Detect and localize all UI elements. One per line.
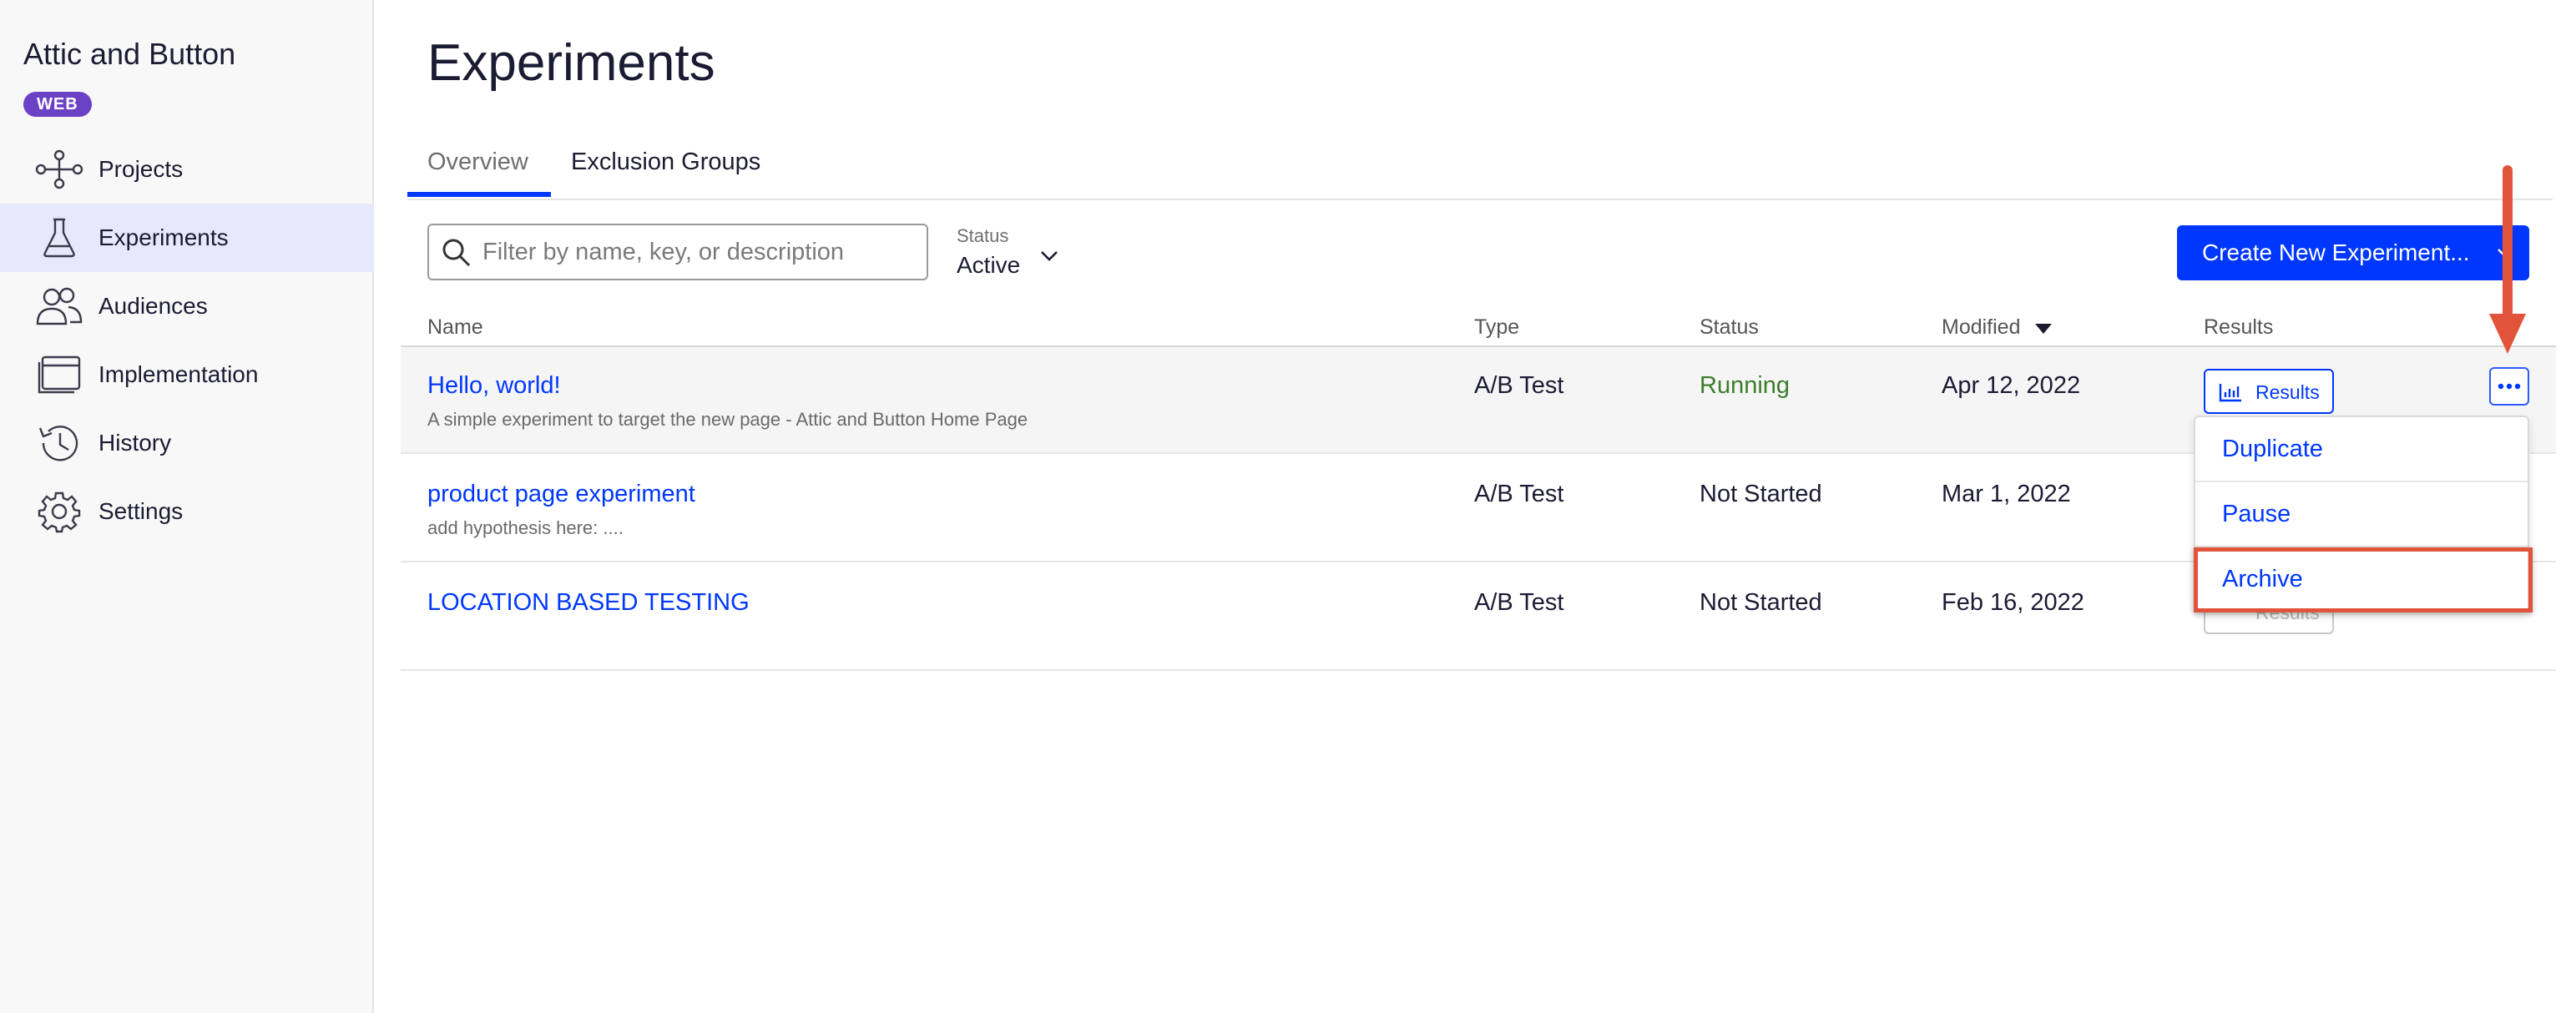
projects-icon [33, 146, 85, 193]
tab-bar: Overview Exclusion Groups [407, 140, 2553, 200]
platform-badge: WEB [23, 92, 92, 117]
column-header-type: Type [1474, 315, 1520, 339]
sidebar-item-label: Settings [98, 498, 184, 524]
status-filter-value: Active [957, 252, 1021, 278]
experiment-status: Not Started [1700, 589, 1822, 616]
menu-item-pause[interactable]: Pause [2195, 482, 2528, 547]
experiment-description: A simple experiment to target the new pa… [427, 409, 1028, 430]
flask-icon [33, 214, 85, 261]
users-icon [33, 283, 85, 330]
experiment-type: A/B Test [1474, 372, 1564, 399]
column-header-name: Name [427, 315, 483, 339]
column-header-results: Results [2204, 315, 2274, 339]
sidebar-item-implementation[interactable]: Implementation [0, 340, 374, 409]
status-filter-dropdown[interactable]: Status Active [957, 225, 1070, 280]
chevron-down-icon [1037, 244, 1062, 269]
ellipsis-icon [2498, 383, 2521, 390]
status-filter-label: Status [957, 225, 1009, 246]
experiment-modified: Mar 1, 2022 [1942, 481, 2071, 507]
sidebar-item-label: History [98, 430, 172, 456]
window-icon [33, 351, 85, 398]
search-input[interactable] [482, 235, 917, 269]
create-new-experiment-button[interactable]: Create New Experiment... [2177, 225, 2529, 280]
brand-name: Attic and Button [23, 37, 236, 71]
sidebar-item-label: Implementation [98, 361, 259, 387]
results-button[interactable]: Results [2204, 369, 2334, 414]
experiment-description: add hypothesis here: .... [427, 517, 624, 538]
column-header-status: Status [1700, 315, 1759, 339]
menu-item-duplicate[interactable]: Duplicate [2195, 417, 2528, 482]
sidebar-item-projects[interactable]: Projects [0, 135, 374, 204]
annotation-arrow-icon [2489, 165, 2526, 354]
sidebar-item-history[interactable]: History [0, 409, 374, 477]
gear-icon [33, 488, 85, 535]
create-button-label: Create New Experiment... [2202, 239, 2470, 265]
experiment-name-link[interactable]: LOCATION BASED TESTING [427, 589, 750, 617]
annotation-highlight-box [2194, 547, 2533, 612]
experiment-name-link[interactable]: product page experiment [427, 481, 695, 508]
sidebar-item-audiences[interactable]: Audiences [0, 272, 374, 340]
column-header-modified[interactable]: Modified [1942, 315, 2021, 340]
experiment-status: Not Started [1700, 481, 1822, 507]
sidebar-item-label: Experiments [98, 224, 229, 250]
more-options-button[interactable] [2489, 367, 2529, 406]
sidebar-item-label: Audiences [98, 293, 208, 319]
page-title: Experiments [427, 34, 715, 92]
bar-chart-icon [2219, 382, 2242, 402]
tab-overview[interactable]: Overview [427, 149, 528, 199]
experiment-modified: Apr 12, 2022 [1942, 372, 2081, 399]
active-tab-indicator [407, 192, 551, 197]
experiment-type: A/B Test [1474, 481, 1564, 507]
experiment-type: A/B Test [1474, 589, 1564, 616]
sidebar-item-experiments[interactable]: Experiments [0, 204, 374, 272]
history-icon [33, 420, 85, 466]
tab-exclusion-groups[interactable]: Exclusion Groups [571, 149, 760, 199]
sidebar: Attic and Button WEB Projects Experiment… [0, 0, 374, 1013]
experiment-modified: Feb 16, 2022 [1942, 589, 2084, 616]
sidebar-item-settings[interactable]: Settings [0, 477, 374, 546]
experiment-status: Running [1700, 372, 1791, 399]
search-box[interactable] [427, 224, 928, 280]
sidebar-item-label: Projects [98, 156, 184, 182]
experiment-name-link[interactable]: Hello, world! [427, 372, 561, 400]
search-icon [441, 237, 472, 269]
sort-descending-icon[interactable] [2033, 322, 2053, 335]
results-button-label: Results [2255, 381, 2320, 403]
